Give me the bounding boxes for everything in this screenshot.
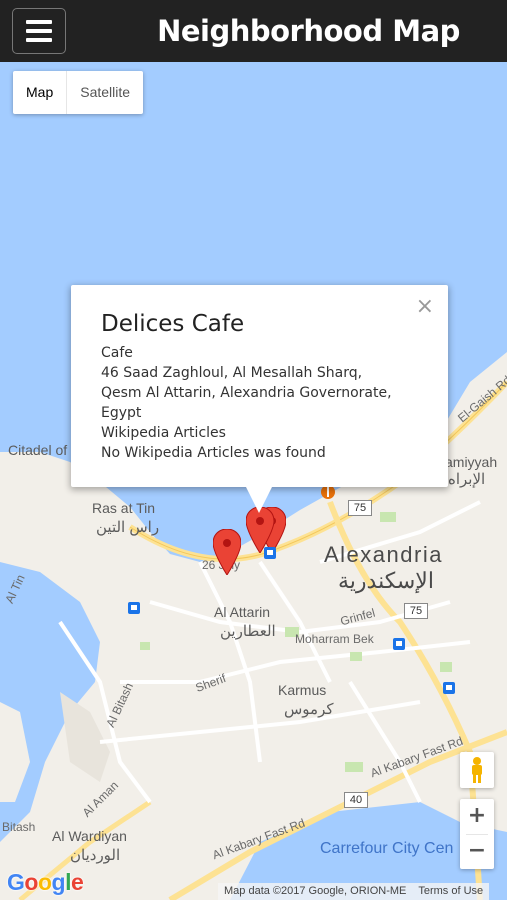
- label-citadel: Citadel of: [8, 442, 68, 458]
- app-title: Neighborhood Map: [157, 14, 460, 48]
- info-window-wiki-heading: Wikipedia Articles: [101, 425, 226, 441]
- pegman-icon: [472, 757, 482, 783]
- label-al-wardiyan-ar: الورديان: [70, 847, 121, 864]
- map-data-credit: Map data ©2017 Google, ORION-ME: [224, 885, 407, 897]
- label-ras-at-tin: Ras at Tin: [92, 500, 156, 516]
- label-karmus: Karmus: [278, 682, 327, 698]
- google-logo[interactable]: Google: [7, 869, 84, 896]
- label-amiyyah-ar: الإبراه: [448, 471, 486, 488]
- app-header: Neighborhood Map: [0, 0, 507, 62]
- bus-stop-icon[interactable]: [128, 602, 140, 614]
- route-shield: 75: [348, 500, 372, 516]
- map-marker[interactable]: [213, 529, 241, 575]
- info-window-category: Cafe: [101, 345, 133, 361]
- bus-stop-icon[interactable]: [393, 638, 405, 650]
- label-al-wardiyan: Al Wardiyan: [52, 828, 127, 844]
- map-type-control: Map Satellite: [13, 71, 144, 114]
- label-al-attarin: Al Attarin: [214, 604, 271, 620]
- info-window-address-3: Egypt: [101, 405, 142, 421]
- hamburger-menu-icon: [26, 20, 52, 24]
- bus-stop-icon[interactable]: [264, 547, 276, 559]
- info-window-wiki-result: No Wikipedia Articles was found: [101, 445, 326, 461]
- route-shield: 75: [404, 603, 428, 619]
- map-type-satellite-button[interactable]: Satellite: [67, 71, 143, 114]
- route-shield: 40: [344, 792, 368, 808]
- map-attribution: Map data ©2017 Google, ORION-ME Terms of…: [218, 883, 490, 900]
- info-window: × Delices Cafe Cafe 46 Saad Zaghloul, Al…: [71, 285, 448, 513]
- map-type-map-button[interactable]: Map: [13, 71, 68, 114]
- label-moharram-bek: Moharram Bek: [295, 632, 374, 646]
- hamburger-menu-button[interactable]: [12, 8, 66, 54]
- label-ras-at-tin-ar: راس التين: [96, 519, 160, 536]
- street-view-pegman-button[interactable]: [460, 752, 494, 788]
- info-window-title: Delices Cafe: [101, 311, 245, 337]
- bus-stop-icon[interactable]: [443, 682, 455, 694]
- zoom-out-button[interactable]: −: [460, 834, 494, 869]
- label-bitash: Bitash: [2, 820, 36, 834]
- label-alexandria-ar: الإسكندرية: [338, 568, 434, 593]
- label-amiyyah: amiyyah: [445, 454, 498, 470]
- map-canvas[interactable]: Map Satellite Citadel of Ras at Tin راس …: [0, 62, 507, 900]
- terms-of-use-link[interactable]: Terms of Use: [412, 883, 489, 900]
- zoom-in-button[interactable]: +: [460, 799, 494, 834]
- info-window-address-2: Qesm Al Attarin, Alexandria Governorate,: [101, 385, 392, 401]
- info-window-address-1: 46 Saad Zaghloul, Al Mesallah Sharq,: [101, 365, 363, 381]
- label-karmus-ar: كرموس: [284, 701, 334, 718]
- label-carrefour: Carrefour City Cen: [320, 840, 454, 857]
- label-alexandria: Alexandria: [324, 542, 443, 567]
- zoom-control: + −: [460, 799, 494, 869]
- label-al-attarin-ar: العطارين: [220, 623, 276, 640]
